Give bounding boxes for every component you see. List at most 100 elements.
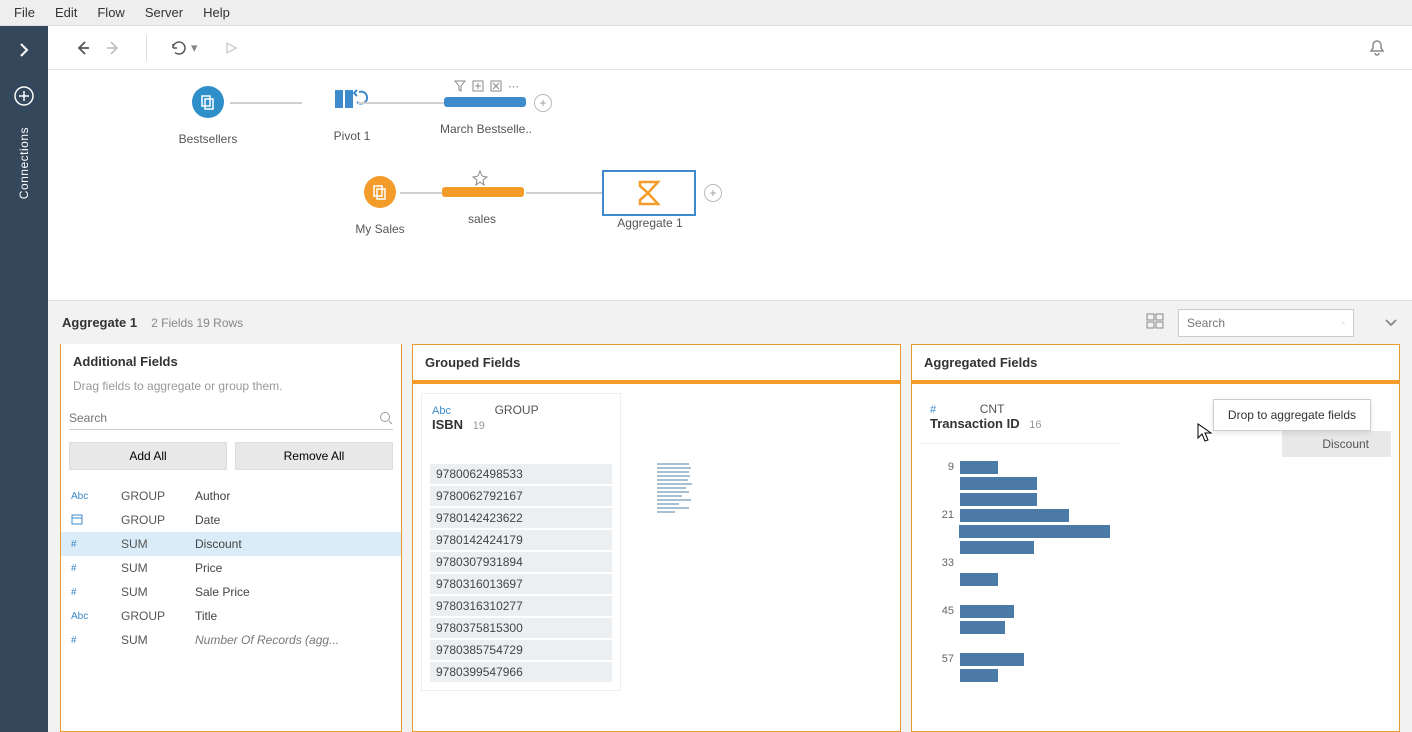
aggregation-fn: SUM xyxy=(121,537,195,551)
remove-all-button[interactable]: Remove All xyxy=(235,442,393,470)
datasource-icon xyxy=(364,176,396,208)
aggregated-fields-panel: Aggregated Fields # CNT Transaction ID 1… xyxy=(911,344,1400,732)
menu-flow[interactable]: Flow xyxy=(87,1,134,24)
forward-button[interactable] xyxy=(98,33,128,63)
type-icon: # xyxy=(71,587,121,598)
plus-field-icon xyxy=(472,80,484,92)
drop-tooltip: Drop to aggregate fields xyxy=(1213,399,1371,431)
menu-help[interactable]: Help xyxy=(193,1,240,24)
histogram-row: 21 xyxy=(930,508,1110,522)
list-item[interactable]: 9780062792167 xyxy=(430,486,612,506)
list-item[interactable]: 9780142424179 xyxy=(430,530,612,550)
field-row[interactable]: AbcGROUPTitle xyxy=(61,604,401,628)
fields-list: AbcGROUPAuthorGROUPDate#SUMDiscount#SUMP… xyxy=(61,478,401,658)
menu-server[interactable]: Server xyxy=(135,1,193,24)
bell-icon xyxy=(1368,39,1386,57)
aggregation-fn: GROUP xyxy=(121,513,195,527)
field-name: Price xyxy=(195,561,391,575)
field-row[interactable]: #SUMPrice xyxy=(61,556,401,580)
collapse-toggle[interactable] xyxy=(1384,315,1398,330)
histogram-row: 57 xyxy=(930,652,1110,666)
histogram-row: 45 xyxy=(930,604,1110,618)
mini-distribution xyxy=(657,461,693,515)
connections-sidebar: Connections xyxy=(0,26,48,732)
grouped-field-card[interactable]: Abc GROUP ISBN 19 9780062498533978006279… xyxy=(421,393,621,691)
field-row[interactable]: #SUMNumber Of Records (agg... xyxy=(61,628,401,652)
list-item[interactable]: 9780062498533 xyxy=(430,464,612,484)
fn-label: GROUP xyxy=(495,403,539,417)
histogram-row xyxy=(930,668,1110,682)
aggregation-fn: GROUP xyxy=(121,609,195,623)
run-button[interactable] xyxy=(218,35,244,61)
list-item[interactable]: 9780307931894 xyxy=(430,552,612,572)
aggregated-field-card[interactable]: # CNT Transaction ID 16 921334557 xyxy=(920,393,1120,714)
additional-fields-panel: Additional Fields Drag fields to aggrega… xyxy=(60,344,402,732)
histogram-row xyxy=(930,684,1110,698)
arrow-right-icon xyxy=(104,39,122,57)
node-pivot[interactable]: Pivot 1 xyxy=(302,86,402,143)
field-name: Discount xyxy=(195,537,391,551)
node-bestsellers[interactable]: Bestsellers xyxy=(158,86,258,146)
toolbar-search[interactable] xyxy=(1178,309,1354,337)
type-icon: Abc xyxy=(71,611,121,622)
sidebar-label: Connections xyxy=(17,127,31,199)
fields-search-input[interactable] xyxy=(69,411,379,425)
refresh-button[interactable]: ▾ xyxy=(165,34,204,62)
drag-ghost: Discount xyxy=(1282,431,1391,457)
histogram-chart: 9 21 33 45 57 xyxy=(920,444,1120,714)
add-all-button[interactable]: Add All xyxy=(69,442,227,470)
list-item[interactable]: 9780316013697 xyxy=(430,574,612,594)
histogram-row xyxy=(930,620,1110,634)
list-item[interactable]: 9780142423622 xyxy=(430,508,612,528)
aggregation-fn: SUM xyxy=(121,585,195,599)
aggregation-fn: GROUP xyxy=(121,489,195,503)
step-mini-toolbar[interactable]: ⋯ xyxy=(454,80,519,93)
more-icon: ⋯ xyxy=(508,80,519,93)
field-name: Transaction ID xyxy=(930,416,1020,431)
list-item[interactable]: 9780399547966 xyxy=(430,662,612,682)
flow-connector xyxy=(526,192,602,194)
sidebar-expand[interactable] xyxy=(0,30,48,70)
type-label: # xyxy=(930,404,936,416)
distinct-count: 19 xyxy=(473,420,485,432)
field-name: Author xyxy=(195,489,391,503)
fields-search[interactable] xyxy=(69,407,393,430)
chevron-right-icon xyxy=(19,43,29,57)
field-row[interactable]: #SUMSale Price xyxy=(61,580,401,604)
search-icon xyxy=(379,411,393,425)
add-connection-button[interactable] xyxy=(14,86,34,109)
node-sales: sales xyxy=(432,184,532,226)
add-step-button[interactable]: + xyxy=(704,184,722,202)
datasource-icon xyxy=(192,86,224,118)
field-row[interactable]: GROUPDate xyxy=(61,508,401,532)
field-row[interactable]: #SUMDiscount xyxy=(61,532,401,556)
helper-text: Drag fields to aggregate or group them. xyxy=(61,379,401,403)
histogram-row xyxy=(930,476,1110,490)
arrow-left-icon xyxy=(74,39,92,57)
histogram-row: 33 xyxy=(930,556,1110,570)
panel-accent xyxy=(413,380,900,385)
menu-file[interactable]: File xyxy=(4,1,45,24)
value-list: 9780062498533978006279216797801424236229… xyxy=(422,456,620,690)
view-toggle[interactable] xyxy=(1146,313,1164,332)
field-name: ISBN xyxy=(432,417,463,432)
list-item[interactable]: 9780316310277 xyxy=(430,596,612,616)
node-mysales[interactable]: My Sales xyxy=(330,176,430,236)
add-step-button[interactable]: + xyxy=(534,94,552,112)
type-icon: Abc xyxy=(71,491,121,502)
back-button[interactable] xyxy=(68,33,98,63)
search-input[interactable] xyxy=(1187,316,1342,330)
chevron-down-icon xyxy=(1384,317,1398,327)
flow-connector xyxy=(358,102,444,104)
list-item[interactable]: 9780385754729 xyxy=(430,640,612,660)
field-row[interactable]: AbcGROUPAuthor xyxy=(61,484,401,508)
alerts-button[interactable] xyxy=(1362,33,1392,63)
menu-edit[interactable]: Edit xyxy=(45,1,87,24)
remove-field-icon xyxy=(490,80,502,92)
flow-canvas[interactable]: Bestsellers Pivot 1 ⋯ March Bestselle.. … xyxy=(48,70,1412,300)
list-item[interactable]: 9780375815300 xyxy=(430,618,612,638)
type-icon: # xyxy=(71,563,121,574)
histogram-row: 9 xyxy=(930,460,1110,474)
histogram-row xyxy=(930,636,1110,650)
type-icon xyxy=(71,513,121,528)
